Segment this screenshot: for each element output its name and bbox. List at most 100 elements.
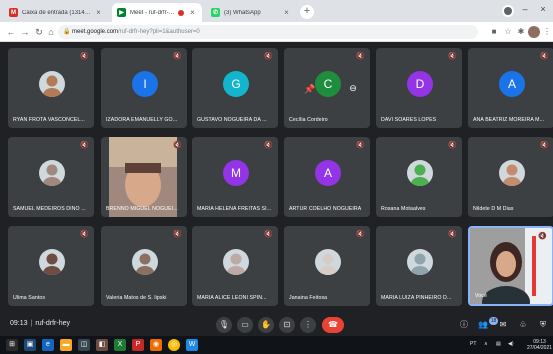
minimize-icon[interactable]: – [518, 4, 532, 18]
new-tab-button[interactable]: + [300, 5, 314, 19]
participant-tile[interactable]: A 🔇 ARTUR COELHO NOGUEIRA [284, 137, 370, 217]
participant-tile[interactable]: 🔇 Nildete D M Dias [468, 137, 553, 217]
volume-icon[interactable]: ◀) [508, 341, 514, 347]
more-options-button[interactable]: ⋮ [300, 317, 316, 333]
reload-icon[interactable]: ↻ [33, 26, 45, 38]
participant-photo [407, 160, 433, 186]
mic-off-icon: 🔇 [448, 53, 457, 60]
participant-video [109, 137, 177, 217]
address-bar[interactable]: 🔒 meet.google.com/ruf-drfr-hey?pli=1&aut… [58, 25, 478, 39]
star-icon[interactable]: ☆ [502, 26, 514, 38]
participant-tile[interactable]: 🔇 Ulima Santos [8, 226, 94, 306]
meet-icon: ▶ [117, 8, 126, 17]
participant-tile[interactable]: 🔇 BRENNO MIGUEL NOGUEI... [101, 137, 187, 217]
window-close-icon[interactable]: × [536, 4, 550, 18]
menu-icon[interactable]: ⋮ [541, 26, 553, 38]
office-icon[interactable]: ◉ [150, 339, 162, 351]
chat-icon[interactable]: ✉ [497, 319, 509, 331]
hand-icon: ✋ [261, 320, 271, 329]
chrome-icon[interactable]: ◎ [168, 339, 180, 351]
close-icon[interactable]: × [94, 8, 103, 17]
tray-arrow-icon[interactable]: ∧ [484, 341, 488, 347]
lock-icon: 🔒 [63, 29, 71, 35]
recording-dot-icon [178, 9, 184, 16]
remove-icon[interactable]: ⊖ [349, 83, 357, 95]
participant-tile[interactable]: 🔇 MARIA LUIZA PINHEIRO D... [376, 226, 462, 306]
hangup-icon: ☎ [328, 320, 338, 329]
participant-name: Ulima Santos [13, 295, 46, 301]
camera-button[interactable]: ▭ [237, 317, 253, 333]
whatsapp-icon: ✆ [211, 8, 220, 17]
taskview-icon[interactable]: ▣ [24, 339, 36, 351]
participant-photo [315, 249, 341, 275]
mic-off-icon: 🔇 [356, 231, 365, 238]
people-icon[interactable]: 👥 [477, 319, 489, 331]
camera-permission-icon[interactable]: ■ [488, 26, 500, 38]
info-icon[interactable]: ⓘ [458, 319, 470, 331]
participant-photo [39, 71, 65, 97]
app-icon[interactable]: ◧ [96, 339, 108, 351]
tab-gmail[interactable]: M Caixa de entrada (13144) - daniel × [4, 3, 108, 22]
raise-hand-button[interactable]: ✋ [258, 317, 274, 333]
edge-icon[interactable]: e [42, 339, 54, 351]
participant-tile[interactable]: 🔇 RYAN FROTA VASCONCEL... [8, 48, 94, 128]
folder-icon[interactable]: ▬ [60, 339, 72, 351]
participant-tile[interactable]: 🔇 Você [468, 226, 553, 306]
close-icon[interactable]: × [282, 8, 291, 17]
participant-tile[interactable]: 🔇 Rosana Motaalves [376, 137, 462, 217]
tab-meet[interactable]: ▶ Meet - ruf-drfr-hey × [112, 3, 202, 22]
end-call-button[interactable]: ☎ [322, 317, 344, 333]
forward-icon[interactable]: → [19, 26, 31, 38]
pin-icon[interactable]: 📌 [304, 84, 315, 95]
tile-hover-controls: 📌 ⊖ [304, 80, 357, 95]
back-icon[interactable]: ← [5, 26, 17, 38]
participant-tile[interactable]: C 📌 ⊖ 🔇 Cecília Cordeiro [284, 48, 370, 128]
participant-tile[interactable]: 🔇 MARIA ALICE LEONI SPIN... [192, 226, 278, 306]
mic-off-icon: 🔇 [538, 233, 547, 240]
close-icon[interactable]: × [188, 8, 197, 17]
participant-tile[interactable]: 🔇 SAMUEL MEDEIROS DINO ... [8, 137, 94, 217]
present-button[interactable]: ⊡ [279, 317, 295, 333]
mic-off-icon: 🔇 [80, 53, 89, 60]
participant-initial: D [407, 71, 433, 97]
profile-icon[interactable] [502, 5, 514, 17]
activities-icon[interactable]: ♧ [517, 319, 529, 331]
mic-off-icon: 🔇 [264, 53, 273, 60]
meeting-info: 09:13 | ruf-drfr-hey [10, 320, 70, 327]
participant-name: SAMUEL MEDEIROS DINO ... [13, 206, 86, 212]
participant-tile[interactable]: 🔇 Janaina Feitosa [284, 226, 370, 306]
participant-photo [39, 160, 65, 186]
powerpoint-icon[interactable]: P [132, 339, 144, 351]
microphone-button[interactable]: 🎙 [216, 317, 232, 333]
security-icon[interactable]: ⛨ [537, 319, 549, 331]
participant-tile[interactable]: 🔇 Valeria Matos de S. lipski [101, 226, 187, 306]
participant-tile[interactable]: G 🔇 GUSTAVO NOGUEIRA DA ... [192, 48, 278, 128]
participant-tile[interactable]: D 🔇 DAVI SOARES LOPES [376, 48, 462, 128]
home-icon[interactable]: ⌂ [45, 26, 57, 38]
address-host: meet.google.com [72, 29, 119, 35]
taskbar-clock[interactable]: 09:13 27/04/2021 [527, 339, 552, 351]
participant-tile[interactable]: I 🔇 IZADORA EMANUELLY GO... [101, 48, 187, 128]
tab-title: Meet - ruf-drfr-hey [130, 9, 178, 16]
participant-name: MARIA LUIZA PINHEIRO D... [381, 295, 452, 301]
participant-name: RYAN FROTA VASCONCEL... [13, 117, 85, 123]
tab-whatsapp[interactable]: ✆ (3) WhatsApp × [206, 3, 296, 22]
network-icon[interactable]: ▤ [496, 341, 501, 347]
word-icon[interactable]: W [186, 339, 198, 351]
mic-off-icon: 🔇 [264, 142, 273, 149]
participant-photo [132, 249, 158, 275]
store-icon[interactable]: ◫ [78, 339, 90, 351]
participant-name: Rosana Motaalves [381, 206, 426, 212]
excel-icon[interactable]: X [114, 339, 126, 351]
participant-name: Nildete D M Dias [473, 206, 514, 212]
participant-tile[interactable]: A 🔇 ANA BEATRIZ MOREIRA M... [468, 48, 553, 128]
extensions-icon[interactable]: ✱ [515, 26, 527, 38]
account-avatar[interactable] [528, 26, 540, 38]
language-indicator[interactable]: PT [470, 341, 476, 347]
start-icon[interactable]: ⊞ [6, 339, 18, 351]
participant-name: Valeria Matos de S. lipski [106, 295, 167, 301]
participant-tile[interactable]: M 🔇 MARIA HELENA FREITAS SI... [192, 137, 278, 217]
participant-name: BRENNO MIGUEL NOGUEI... [106, 206, 178, 212]
participant-initial: A [499, 71, 525, 97]
